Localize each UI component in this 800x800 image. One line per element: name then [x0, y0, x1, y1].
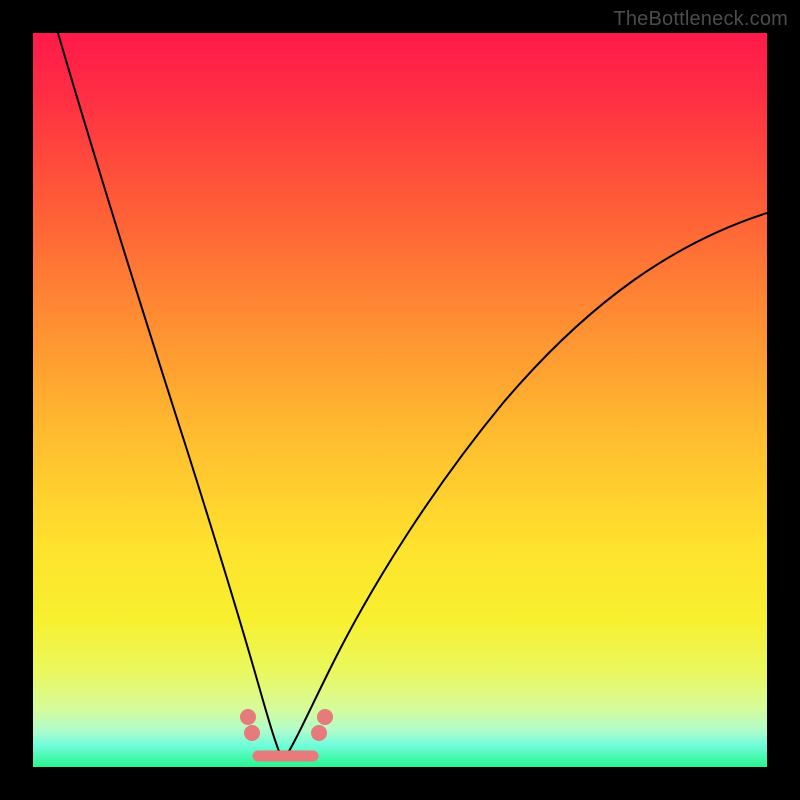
marker-dot	[317, 709, 333, 725]
marker-dot	[244, 725, 260, 741]
curve-right	[283, 213, 767, 761]
marker-dot	[311, 725, 327, 741]
curve-left	[55, 33, 283, 761]
marker-dot	[240, 709, 256, 725]
chart-frame: TheBottleneck.com	[0, 0, 800, 800]
chart-svg	[33, 33, 767, 767]
chart-plot-area	[33, 33, 767, 767]
watermark-text: TheBottleneck.com	[613, 8, 788, 31]
